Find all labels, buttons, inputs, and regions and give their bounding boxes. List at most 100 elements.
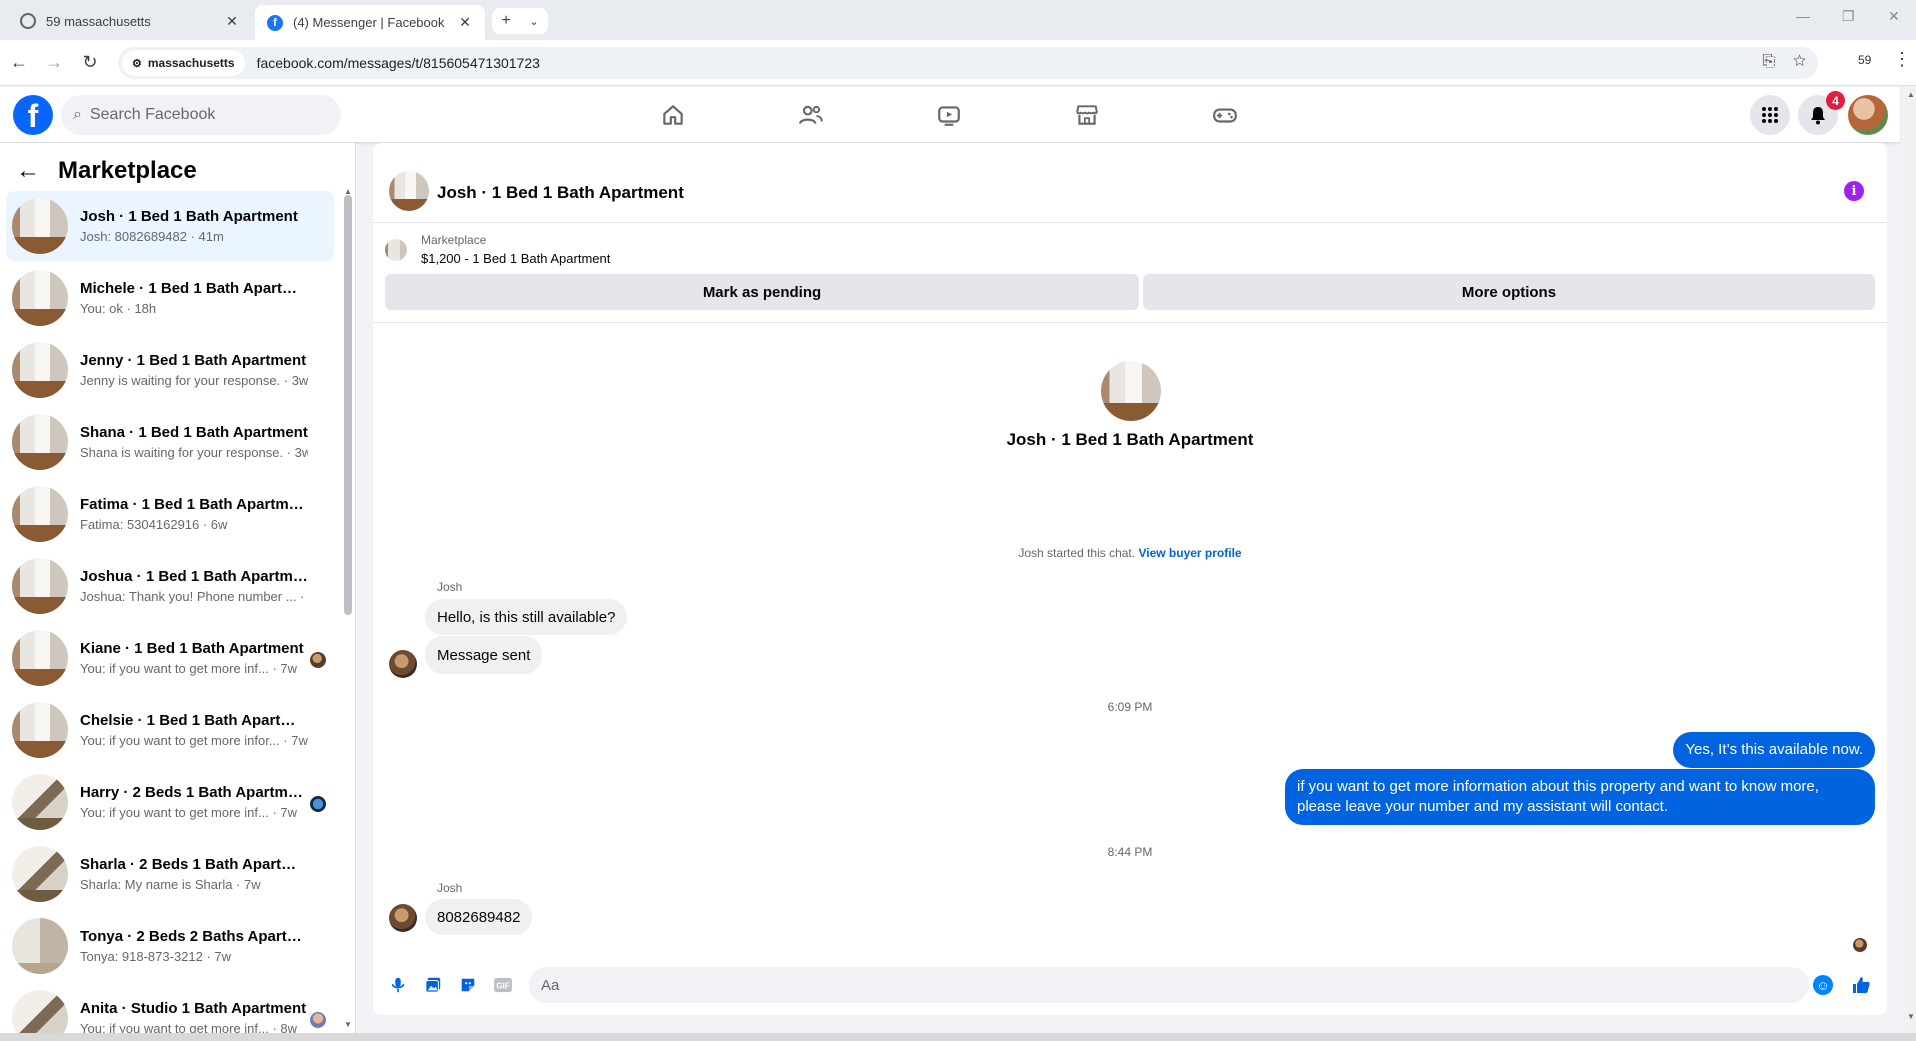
search-input[interactable]: ⌕ Search Facebook	[61, 95, 341, 135]
friends-icon[interactable]	[791, 97, 831, 133]
close-window-button[interactable]: ✕	[1888, 8, 1900, 25]
view-buyer-profile-link[interactable]: View buyer profile	[1138, 546, 1241, 560]
incoming-message[interactable]: Hello, is this still available?	[425, 599, 628, 635]
sender-avatar[interactable]	[389, 904, 417, 932]
seen-avatar-icon	[310, 1012, 326, 1028]
microphone-icon[interactable]	[388, 975, 408, 995]
chat-avatar[interactable]	[389, 171, 429, 211]
chat-header: Josh · 1 Bed 1 Bath Apartment i	[373, 143, 1887, 223]
chat-title[interactable]: Josh · 1 Bed 1 Bath Apartment	[437, 183, 684, 203]
timestamp: 6:09 PM	[1107, 700, 1153, 714]
extension-count[interactable]: 59	[1858, 53, 1871, 67]
gaming-icon[interactable]	[1205, 97, 1245, 133]
close-tab-icon[interactable]: ✕	[224, 13, 240, 30]
search-icon: ⌕	[73, 106, 82, 123]
conversation-name: Shana · 1 Bed 1 Bath Apartment	[80, 424, 308, 441]
conversation-item[interactable]: Joshua · 1 Bed 1 Bath Apartment Joshua: T…	[6, 551, 334, 621]
conversation-item[interactable]: Harry · 2 Beds 1 Bath Apartme... You: if …	[6, 767, 334, 837]
started-text: Josh started this chat.	[1018, 546, 1136, 560]
conversation-preview: Joshua: Thank you! Phone number ... · 6w	[80, 589, 308, 604]
facebook-logo-icon[interactable]: f	[13, 95, 53, 135]
sticker-icon[interactable]	[458, 975, 478, 995]
listing-banner: Marketplace $1,200 - 1 Bed 1 Bath Apartm…	[373, 223, 1887, 323]
account-avatar[interactable]	[1848, 95, 1888, 135]
emoji-icon[interactable]: ☺	[1813, 975, 1833, 995]
svg-text:GIF: GIF	[496, 982, 509, 991]
close-tab-icon[interactable]: ✕	[457, 14, 473, 31]
listing-title[interactable]: $1,200 - 1 Bed 1 Bath Apartment	[421, 251, 610, 266]
browser-tab-massachusetts[interactable]: 59 massachusetts ✕	[8, 5, 252, 37]
watch-video-icon[interactable]	[929, 97, 969, 133]
incoming-message[interactable]: 8082689482	[425, 899, 533, 935]
reload-icon[interactable]: ↻	[79, 52, 101, 73]
conversation-item[interactable]: Chelsie · 1 Bed 1 Bath Apartment You: if …	[6, 695, 334, 765]
intro-name: Josh · 1 Bed 1 Bath Apartment	[1006, 430, 1254, 449]
tab-title: (4) Messenger | Facebook	[293, 15, 445, 30]
message-input-placeholder: Aa	[541, 976, 560, 994]
conversation-item[interactable]: Shana · 1 Bed 1 Bath Apartment Shana is w…	[6, 407, 334, 477]
site-chip-label: massachusetts	[147, 56, 235, 70]
more-options-button[interactable]: More options	[1143, 274, 1875, 310]
browser-menu-icon[interactable]: ⋮	[1893, 49, 1911, 70]
new-tab-button[interactable]: +	[501, 12, 510, 30]
listing-thumbnail[interactable]	[385, 239, 407, 261]
conversation-preview: Tonya: 918-873-3212 · 7w	[80, 949, 232, 964]
omnibox-actions: ⎘ ☆	[1762, 53, 1806, 71]
marketplace-conversation-list: ← Marketplace Josh · 1 Bed 1 Bath Apartm…	[0, 143, 356, 1041]
browser-tab-messenger[interactable]: f (4) Messenger | Facebook ✕	[255, 5, 485, 40]
sidebar-scrollbar[interactable]	[344, 195, 352, 615]
restore-window-button[interactable]: ❐	[1842, 8, 1855, 25]
conversation-name: Jenny · 1 Bed 1 Bath Apartment	[80, 352, 307, 369]
outgoing-message[interactable]: if you want to get more information abou…	[1285, 769, 1875, 825]
incoming-message[interactable]: Message sent	[425, 636, 543, 674]
site-settings-icon: ⚙	[132, 57, 142, 70]
conversation-item[interactable]: Fatima · 1 Bed 1 Bath Apartment Fatima: 5…	[6, 479, 334, 549]
conversation-item[interactable]: Michele · 1 Bed 1 Bath Apartment You: ok …	[6, 263, 334, 333]
info-icon[interactable]: i	[1844, 181, 1864, 201]
home-icon[interactable]	[653, 97, 693, 133]
gif-icon[interactable]: GIF	[493, 975, 513, 995]
scroll-down-arrow-icon[interactable]: ▼	[1907, 1012, 1915, 1021]
seen-avatar-icon	[310, 796, 326, 812]
install-app-icon[interactable]: ⎘	[1762, 53, 1775, 70]
listing-thumbnail	[12, 846, 68, 902]
bookmark-star-icon[interactable]: ☆	[1793, 53, 1806, 70]
url-text[interactable]: facebook.com/messages/t/815605471301723	[257, 55, 540, 71]
message-input[interactable]: Aa	[529, 967, 1809, 1003]
tab-title: 59 massachusetts	[46, 13, 151, 29]
menu-grid-icon[interactable]	[1750, 95, 1790, 135]
attach-photo-icon[interactable]	[423, 975, 443, 995]
outgoing-message[interactable]: Yes, It’s this available now.	[1673, 732, 1875, 768]
thumbs-up-icon[interactable]	[1851, 975, 1871, 995]
conversation-name: Tonya · 2 Beds 2 Baths Apartment	[80, 928, 308, 945]
scroll-up-arrow-icon[interactable]: ▲	[1907, 90, 1915, 99]
browser-toolbar: ← → ↻ ⚙ massachusetts facebook.com/messa…	[0, 40, 1916, 86]
conversation-name: Anita · Studio 1 Bath Apartment	[80, 1000, 307, 1017]
minimize-window-button[interactable]: —	[1796, 8, 1810, 24]
site-info-chip[interactable]: ⚙ massachusetts	[122, 50, 245, 76]
conversation-item[interactable]: Kiane · 1 Bed 1 Bath Apartment You: if yo…	[6, 623, 334, 693]
marketplace-icon[interactable]	[1067, 97, 1107, 133]
conversation-preview: Jenny is waiting for your response. · 3w	[80, 373, 308, 388]
mark-as-pending-button[interactable]: Mark as pending	[385, 274, 1139, 310]
back-arrow-icon[interactable]: ←	[8, 52, 30, 73]
forward-arrow-icon[interactable]: →	[43, 52, 65, 73]
globe-icon	[20, 13, 36, 29]
page-scrollbar[interactable]: ▲ ▼	[1905, 88, 1916, 1041]
tab-list-chevron-icon[interactable]: ⌄	[529, 15, 538, 28]
listing-thumbnail	[12, 486, 68, 542]
listing-source: Marketplace	[421, 233, 487, 247]
address-bar[interactable]: ⚙ massachusetts facebook.com/messages/t/…	[118, 47, 1818, 79]
conversation-preview: Josh: 8082689482 · 41m	[80, 229, 224, 244]
conversation-preview: Sharla: My name is Sharla · 7w	[80, 877, 261, 892]
conversation-item[interactable]: Sharla · 2 Beds 1 Bath Apartment Sharla: …	[6, 839, 334, 909]
conversation-item[interactable]: Tonya · 2 Beds 2 Baths Apartment Tonya: 9…	[6, 911, 334, 981]
conversation-item[interactable]: Josh · 1 Bed 1 Bath Apartment Josh: 80826…	[6, 191, 334, 261]
conversation-item[interactable]: Jenny · 1 Bed 1 Bath Apartment Jenny is w…	[6, 335, 334, 405]
listing-thumbnail	[12, 774, 68, 830]
read-receipt-avatar	[1853, 938, 1867, 952]
sender-avatar[interactable]	[389, 650, 417, 678]
back-arrow-icon[interactable]: ←	[16, 157, 40, 185]
conversation-preview: Fatima: 5304162916 · 6w	[80, 517, 228, 532]
scroll-down-arrow-icon[interactable]: ▼	[344, 1020, 352, 1029]
